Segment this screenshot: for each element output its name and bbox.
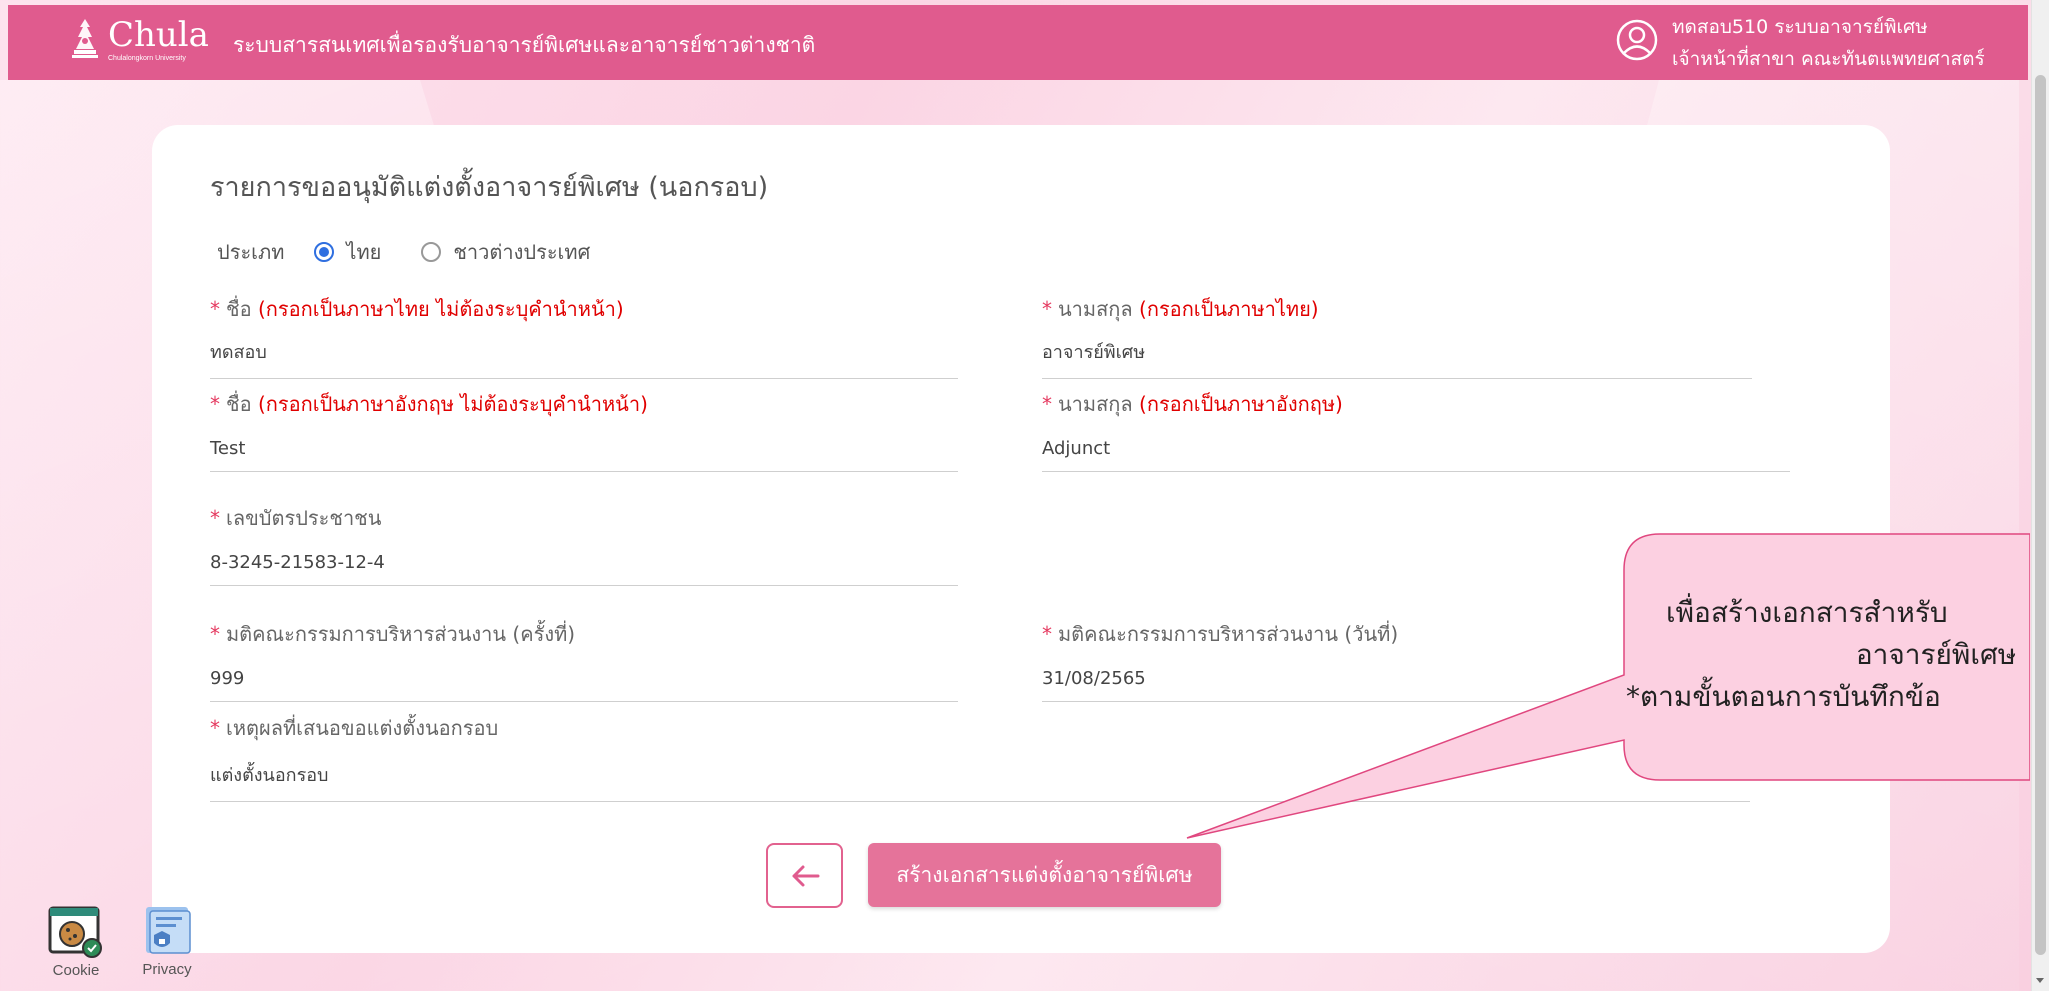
privacy-settings[interactable]: Privacy — [140, 903, 194, 978]
required-marker: * — [210, 392, 220, 416]
cookie-settings[interactable]: Cookie — [48, 906, 104, 979]
field-label: นามสกุล — [1058, 392, 1133, 416]
privacy-icon — [146, 907, 191, 954]
arrow-left-icon — [792, 865, 819, 886]
field-last-name-en: * นามสกุล (กรอกเป็นภาษาอังกฤษ) Adjunct — [1042, 388, 1790, 472]
field-last-name-th: * นามสกุล (กรอกเป็นภาษาไทย) อาจารย์พิเศษ — [1042, 293, 1752, 379]
back-button[interactable] — [766, 843, 843, 908]
required-marker: * — [210, 297, 220, 321]
privacy-label: Privacy — [142, 961, 192, 978]
committee-no-input[interactable]: 999 — [210, 668, 958, 702]
field-first-name-en: * ชื่อ (กรอกเป็นภาษาอังกฤษ ไม่ต้องระบุคำน… — [210, 388, 958, 472]
callout-line-2: อาจารย์พิเศษ — [1855, 638, 2017, 671]
field-hint: (กรอกเป็นภาษาอังกฤษ ไม่ต้องระบุคำนำหน้า) — [257, 392, 648, 416]
last-name-en-input[interactable]: Adjunct — [1042, 438, 1790, 472]
radio-foreign-label[interactable]: ชาวต่างประเทศ — [453, 236, 590, 268]
form-title: รายการขออนุมัติแต่งตั้งอาจารย์พิเศษ (นอก… — [210, 172, 769, 203]
user-name: ทดสอบ510 ระบบอาจารย์พิเศษ — [1672, 16, 1928, 38]
field-hint: (กรอกเป็นภาษาไทย ไม่ต้องระบุคำนำหน้า) — [257, 297, 624, 321]
app-title: ระบบสารสนเทศเพื่อรองรับอาจารย์พิเศษและอา… — [233, 33, 816, 57]
required-marker: * — [1042, 392, 1052, 416]
required-marker: * — [210, 622, 220, 646]
field-label: ชื่อ — [226, 392, 252, 416]
id-card-input[interactable]: 8-3245-21583-12-4 — [210, 552, 958, 586]
radio-thai[interactable] — [314, 242, 335, 262]
scroll-down-icon[interactable] — [2036, 978, 2044, 983]
scrollbar-thumb[interactable] — [2035, 75, 2046, 955]
cookie-label: Cookie — [52, 962, 100, 979]
callout-text: เพื่อสร้างเอกสารสำหรับ อาจารย์พิเศษ *ตาม… — [1626, 592, 2049, 718]
cookie-icon — [48, 906, 102, 958]
field-hint: (กรอกเป็นภาษาอังกฤษ) — [1139, 392, 1343, 416]
vertical-scrollbar[interactable] — [2031, 0, 2049, 991]
radio-thai-label[interactable]: ไทย — [346, 236, 381, 268]
field-committee-no: * มติคณะกรรมการบริหารส่วนงาน (ครั้งที่) 9… — [210, 618, 958, 702]
required-marker: * — [210, 506, 220, 530]
required-marker: * — [1042, 622, 1052, 646]
user-avatar-icon[interactable] — [1615, 18, 1659, 62]
first-name-th-input[interactable]: ทดสอบ — [210, 337, 958, 379]
first-name-en-input[interactable]: Test — [210, 438, 958, 472]
required-marker: * — [210, 716, 220, 740]
field-id-card: * เลขบัตรประชาชน 8-3245-21583-12-4 — [210, 502, 958, 586]
create-document-button[interactable]: สร้างเอกสารแต่งตั้งอาจารย์พิเศษ — [868, 843, 1221, 907]
user-role: เจ้าหน้าที่สาขา คณะทันตแพทยศาสตร์ — [1672, 48, 1985, 70]
callout-line-3: *ตามขั้นตอนการบันทึกข้อ — [1626, 680, 1941, 713]
field-label: นามสกุล — [1058, 297, 1133, 321]
field-label: เหตุผลที่เสนอขอแต่งตั้งนอกรอบ — [226, 716, 499, 740]
type-radio-group: ประเภท ไทย ชาวต่างประเทศ — [217, 236, 590, 268]
chula-logo[interactable]: Chula Chulalongkorn University — [68, 17, 209, 63]
field-label: ชื่อ — [226, 297, 252, 321]
callout-line-1: เพื่อสร้างเอกสารสำหรับ — [1666, 596, 1948, 629]
type-label: ประเภท — [217, 240, 285, 264]
last-name-th-input[interactable]: อาจารย์พิเศษ — [1042, 337, 1752, 379]
radio-foreign[interactable] — [421, 242, 442, 262]
user-info[interactable]: ทดสอบ510 ระบบอาจารย์พิเศษ เจ้าหน้าที่สาข… — [1672, 11, 1985, 75]
chula-emblem-icon — [72, 19, 98, 58]
top-header: Chula Chulalongkorn University ระบบสารสน… — [8, 5, 2028, 80]
logo-subtext: Chulalongkorn University — [108, 55, 186, 62]
required-marker: * — [1042, 297, 1052, 321]
field-label: เลขบัตรประชาชน — [226, 506, 382, 530]
logo-text: Chula — [108, 15, 209, 55]
field-hint: (กรอกเป็นภาษาไทย) — [1139, 297, 1319, 321]
field-first-name-th: * ชื่อ (กรอกเป็นภาษาไทย ไม่ต้องระบุคำนำหน… — [210, 293, 958, 379]
field-label: มติคณะกรรมการบริหารส่วนงาน (ครั้งที่) — [226, 622, 576, 646]
